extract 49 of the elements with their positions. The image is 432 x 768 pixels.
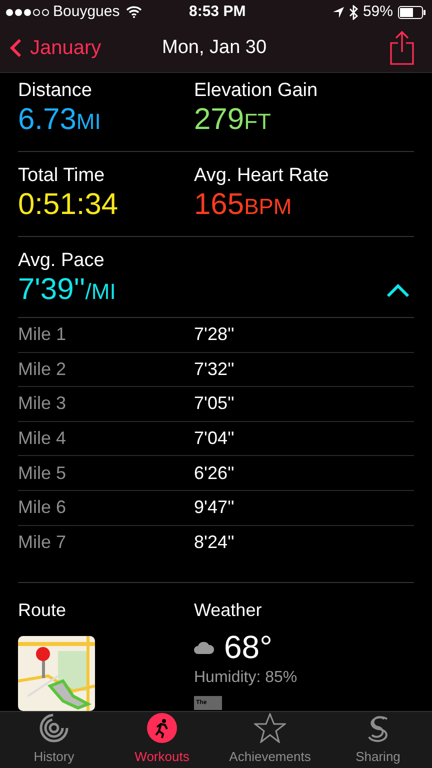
stat-value: 0:51:34: [18, 188, 118, 222]
split-label: Mile 6: [18, 496, 68, 520]
split-label: Mile 5: [18, 462, 68, 485]
stat-label: Distance: [18, 79, 93, 103]
signal-icon: [6, 8, 49, 16]
stat-label: Avg. Heart Rate: [194, 164, 330, 188]
share-icon[interactable]: [390, 31, 414, 65]
runner-icon: [147, 712, 177, 742]
back-chevron-icon: [10, 38, 22, 58]
split-time: 7'32'': [194, 358, 236, 381]
split-time: 6'26'': [194, 462, 236, 485]
tab[interactable]: Workouts: [108, 712, 216, 768]
split-time: 9'47'': [194, 496, 236, 520]
chevron-up-icon[interactable]: [386, 284, 410, 298]
tab[interactable]: Achievements: [216, 712, 324, 768]
split-time: 8'24'': [194, 530, 236, 554]
carrier-name: Bouygues: [53, 2, 120, 22]
section-label: Route: [18, 599, 68, 622]
tab[interactable]: History: [0, 712, 108, 768]
split-label: Mile 2: [18, 358, 68, 381]
clock-time: 8:53 PM: [189, 2, 246, 22]
wifi-icon: [126, 6, 142, 18]
split-label: Mile 3: [18, 392, 68, 416]
stat-value: 279FT: [194, 103, 271, 138]
battery-icon: [398, 6, 426, 18]
split-time: 7'05'': [194, 392, 236, 416]
tab[interactable]: Sharing: [324, 712, 432, 768]
stat-value: 6.73MI: [18, 103, 101, 138]
nav-title: Mon, Jan 30: [162, 36, 267, 60]
battery-percent: 59%: [362, 2, 393, 22]
back-button[interactable]: January: [10, 33, 102, 63]
split-label: Mile 7: [18, 530, 68, 554]
section-label: Weather: [194, 599, 263, 622]
stat-label: Total Time: [18, 164, 106, 188]
stat-value: 7'39''/MI: [18, 273, 116, 308]
split-time: 7'04'': [194, 427, 236, 450]
split-label: Mile 4: [18, 427, 68, 450]
stat-label: Avg. Pace: [18, 249, 106, 273]
bluetooth-icon: [348, 4, 358, 20]
location-arrow-icon: [332, 6, 344, 18]
split-time: 7'28'': [194, 323, 236, 346]
rings-icon: [39, 712, 69, 742]
stat-value: 165BPM: [194, 188, 292, 223]
stat-label: Elevation Gain: [194, 79, 319, 103]
temperature: 68°: [224, 628, 272, 666]
star-icon: [254, 712, 286, 742]
split-label: Mile 1: [18, 323, 68, 346]
cloud-icon: [194, 640, 214, 654]
humidity-text: Humidity: 85%: [194, 668, 298, 688]
